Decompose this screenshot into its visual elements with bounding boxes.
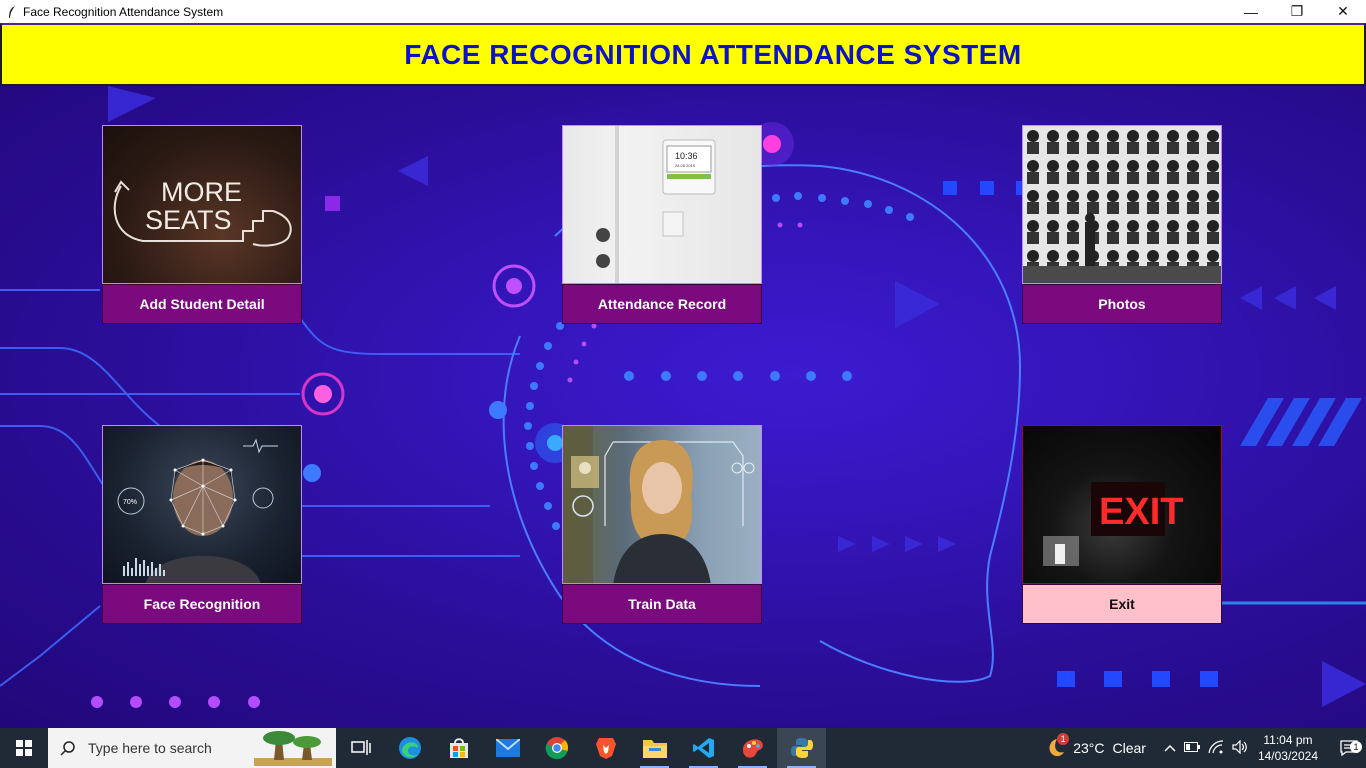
moon-icon: 1 — [1043, 733, 1070, 759]
tile-attendance-record: 10:36 28.06.2019 Attendance Record — [562, 125, 762, 324]
photo-wall-image[interactable] — [1022, 125, 1222, 284]
train-data-button[interactable]: Train Data — [562, 584, 762, 624]
tile-train-data: Train Data — [562, 425, 762, 624]
brave-icon[interactable] — [581, 728, 630, 768]
weather-condition: Clear — [1112, 740, 1146, 756]
weather-widget[interactable]: 1 23°C Clear — [1043, 733, 1146, 759]
taskbar: Type here to search 1 23°C Clear 11:04 p… — [0, 728, 1366, 768]
battery-icon[interactable] — [1183, 741, 1200, 755]
edge-icon[interactable] — [385, 728, 434, 768]
taskbar-search[interactable]: Type here to search — [48, 728, 336, 768]
notification-icon[interactable]: 1 — [1332, 739, 1366, 757]
tile-exit: EXIT Exit — [1022, 425, 1222, 624]
clock-time: 11:04 pm — [1263, 733, 1313, 747]
svg-text:EXIT: EXIT — [1099, 491, 1183, 533]
svg-text:28.06.2019: 28.06.2019 — [675, 163, 696, 168]
paint-icon[interactable] — [728, 728, 777, 768]
search-highlight-illustration-icon — [254, 730, 332, 766]
taskbar-clock[interactable]: 11:04 pm 14/03/2024 — [1258, 732, 1318, 764]
chrome-icon[interactable] — [532, 728, 581, 768]
exit-sign-image[interactable]: EXIT — [1022, 425, 1222, 584]
woman-hud-image[interactable] — [562, 425, 762, 584]
chevron-up-icon[interactable] — [1164, 741, 1176, 755]
store-icon[interactable] — [434, 728, 483, 768]
python-icon[interactable] — [777, 728, 826, 768]
page-title: FACE RECOGNITION ATTENDANCE SYSTEM — [404, 38, 1022, 70]
svg-text:10:36: 10:36 — [675, 151, 698, 161]
weather-temperature: 23°C — [1073, 740, 1105, 756]
speaker-icon[interactable] — [1232, 739, 1248, 757]
search-icon — [48, 740, 88, 756]
exit-button[interactable]: Exit — [1022, 584, 1222, 624]
svg-text:MORE: MORE — [161, 177, 242, 207]
system-tray: 1 23°C Clear 11:04 pm 14/03/2024 1 — [1043, 728, 1366, 768]
add-student-detail-button[interactable]: Add Student Detail — [102, 284, 302, 324]
tile-face-recognition: 70% Face Recognition — [102, 425, 302, 624]
feather-icon — [4, 4, 20, 20]
face-recognition-button[interactable]: Face Recognition — [102, 584, 302, 624]
attendance-record-button[interactable]: Attendance Record — [562, 284, 762, 324]
search-placeholder: Type here to search — [88, 740, 212, 756]
svg-text:70%: 70% — [123, 499, 137, 506]
windows-start-icon[interactable] — [0, 728, 48, 768]
file-explorer-icon[interactable] — [630, 728, 679, 768]
tile-photos: Photos — [1022, 125, 1222, 324]
weather-badge: 1 — [1057, 733, 1070, 745]
wifi-icon[interactable] — [1208, 739, 1224, 757]
window-titlebar: Face Recognition Attendance System — ❐ ✕ — [0, 0, 1366, 23]
notification-count: 1 — [1350, 741, 1362, 753]
face-scan-image[interactable]: 70% — [102, 425, 302, 584]
clock-date: 14/03/2024 — [1257, 749, 1318, 763]
minimize-button[interactable]: — — [1228, 0, 1274, 23]
vscode-icon[interactable] — [679, 728, 728, 768]
time-clock-device-image[interactable]: 10:36 28.06.2019 — [562, 125, 762, 284]
tile-add-student: MORE SEATS Add Student Detail — [102, 125, 302, 324]
mail-icon[interactable] — [483, 728, 532, 768]
svg-text:SEATS: SEATS — [145, 205, 232, 235]
app-header: FACE RECOGNITION ATTENDANCE SYSTEM — [0, 23, 1366, 86]
task-view-icon[interactable] — [336, 728, 385, 768]
window-title: Face Recognition Attendance System — [23, 4, 224, 19]
photos-button[interactable]: Photos — [1022, 284, 1222, 324]
maximize-button[interactable]: ❐ — [1274, 0, 1320, 23]
close-button[interactable]: ✕ — [1320, 0, 1366, 23]
more-seats-sign-image[interactable]: MORE SEATS — [102, 125, 302, 284]
